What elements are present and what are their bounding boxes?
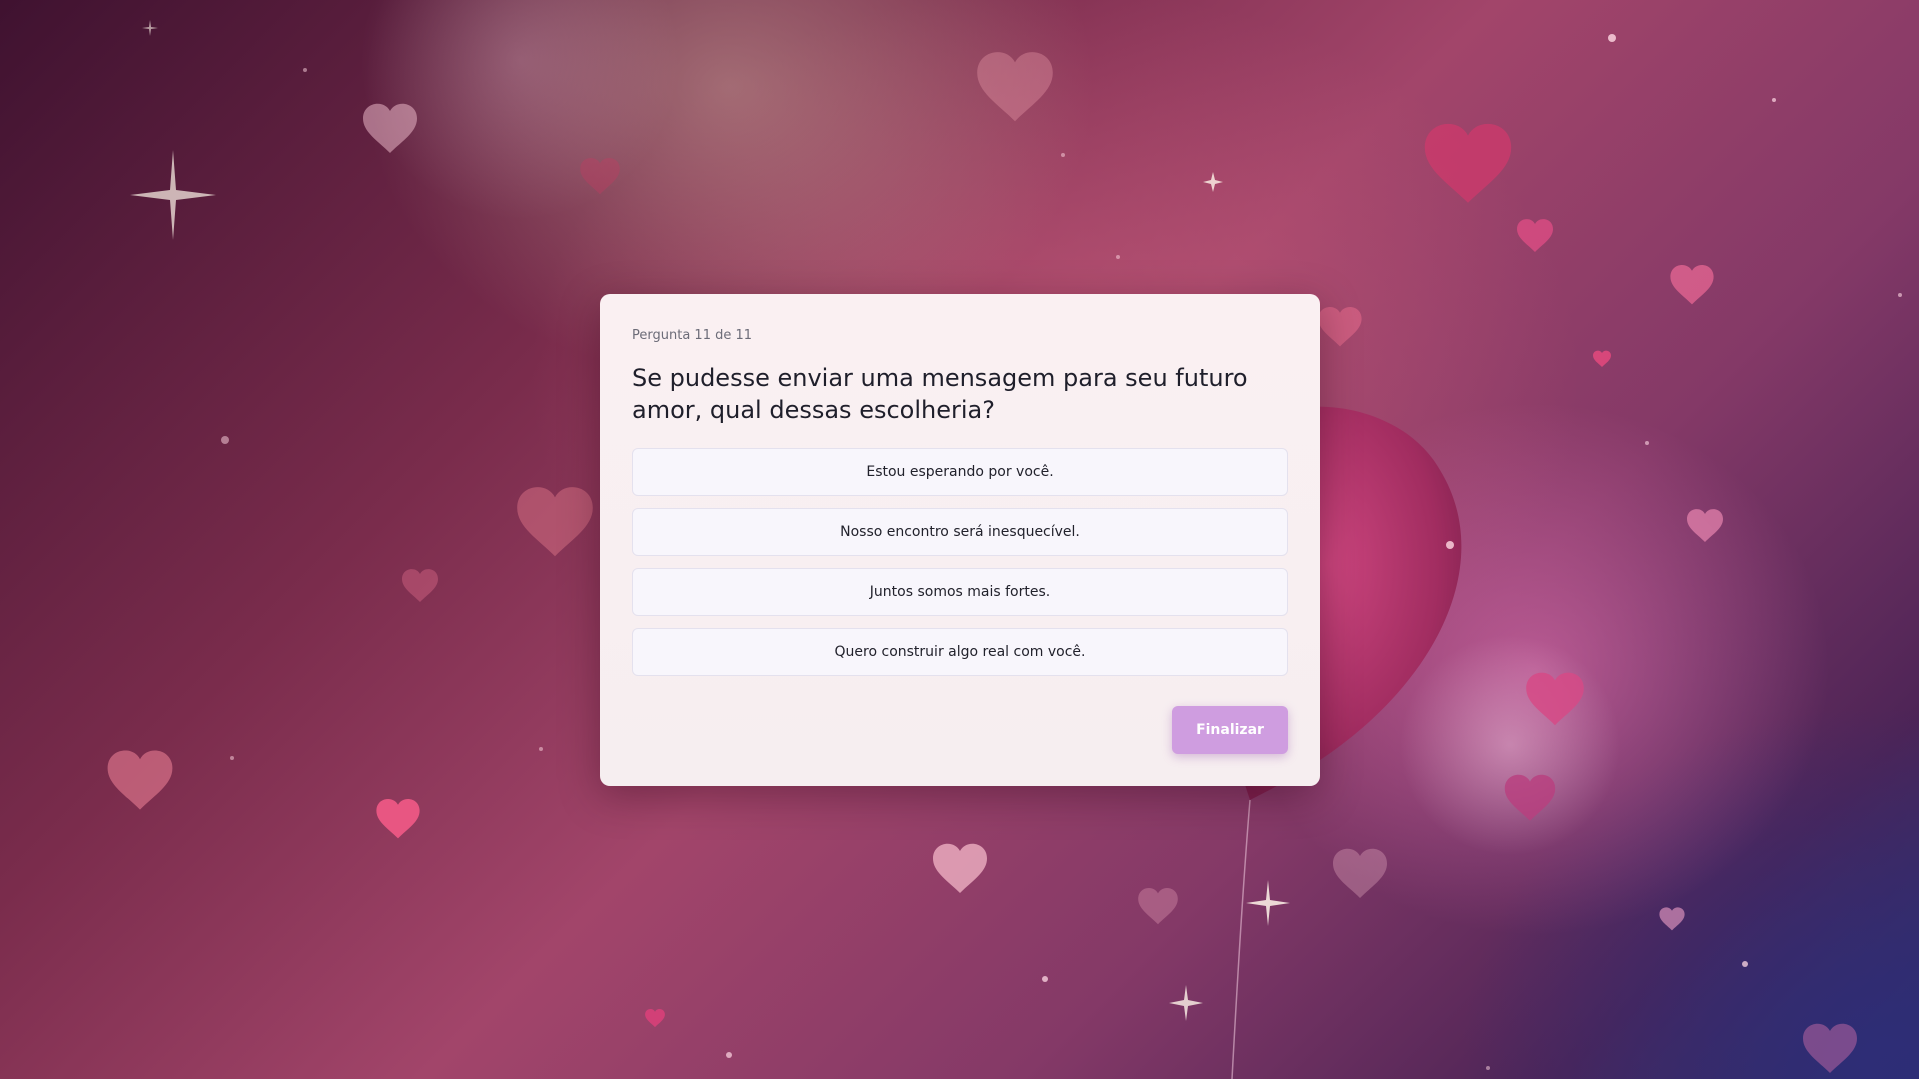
heart-icon: [645, 1009, 665, 1028]
answer-option-1[interactable]: Estou esperando por você.: [632, 448, 1288, 496]
heart-icon: [376, 798, 420, 839]
quiz-card: Pergunta 11 de 11 Se pudesse enviar uma …: [600, 294, 1320, 786]
heart-icon: [402, 569, 438, 602]
heart-icon: [1333, 848, 1387, 898]
heart-icon: [933, 843, 987, 893]
heart-icon: [1687, 509, 1723, 542]
heart-icon: [1670, 264, 1714, 305]
heart-icon: [1318, 306, 1362, 347]
answer-options: Estou esperando por você. Nosso encontro…: [632, 448, 1288, 676]
heart-icon: [1803, 1023, 1857, 1073]
heart-icon: [1659, 907, 1685, 931]
answer-option-3[interactable]: Juntos somos mais fortes.: [632, 568, 1288, 616]
heart-icon: [1517, 219, 1553, 252]
finish-button[interactable]: Finalizar: [1172, 706, 1288, 754]
heart-icon: [1138, 888, 1178, 925]
heart-icon: [1593, 350, 1611, 367]
heart-icon: [977, 52, 1053, 122]
card-footer: Finalizar: [1172, 706, 1288, 754]
answer-option-4[interactable]: Quero construir algo real com você.: [632, 628, 1288, 676]
heart-icon: [1424, 123, 1512, 203]
answer-option-2[interactable]: Nosso encontro será inesquecível.: [632, 508, 1288, 556]
heart-icon: [363, 103, 417, 153]
heart-icon: [1526, 672, 1584, 726]
question-title: Se pudesse enviar uma mensagem para seu …: [632, 364, 1248, 424]
heart-icon: [1504, 774, 1556, 821]
heart-icon: [580, 158, 620, 195]
heart-icon: [517, 487, 593, 557]
heart-icon: [107, 750, 173, 810]
question-progress: Pergunta 11 de 11: [632, 328, 753, 343]
